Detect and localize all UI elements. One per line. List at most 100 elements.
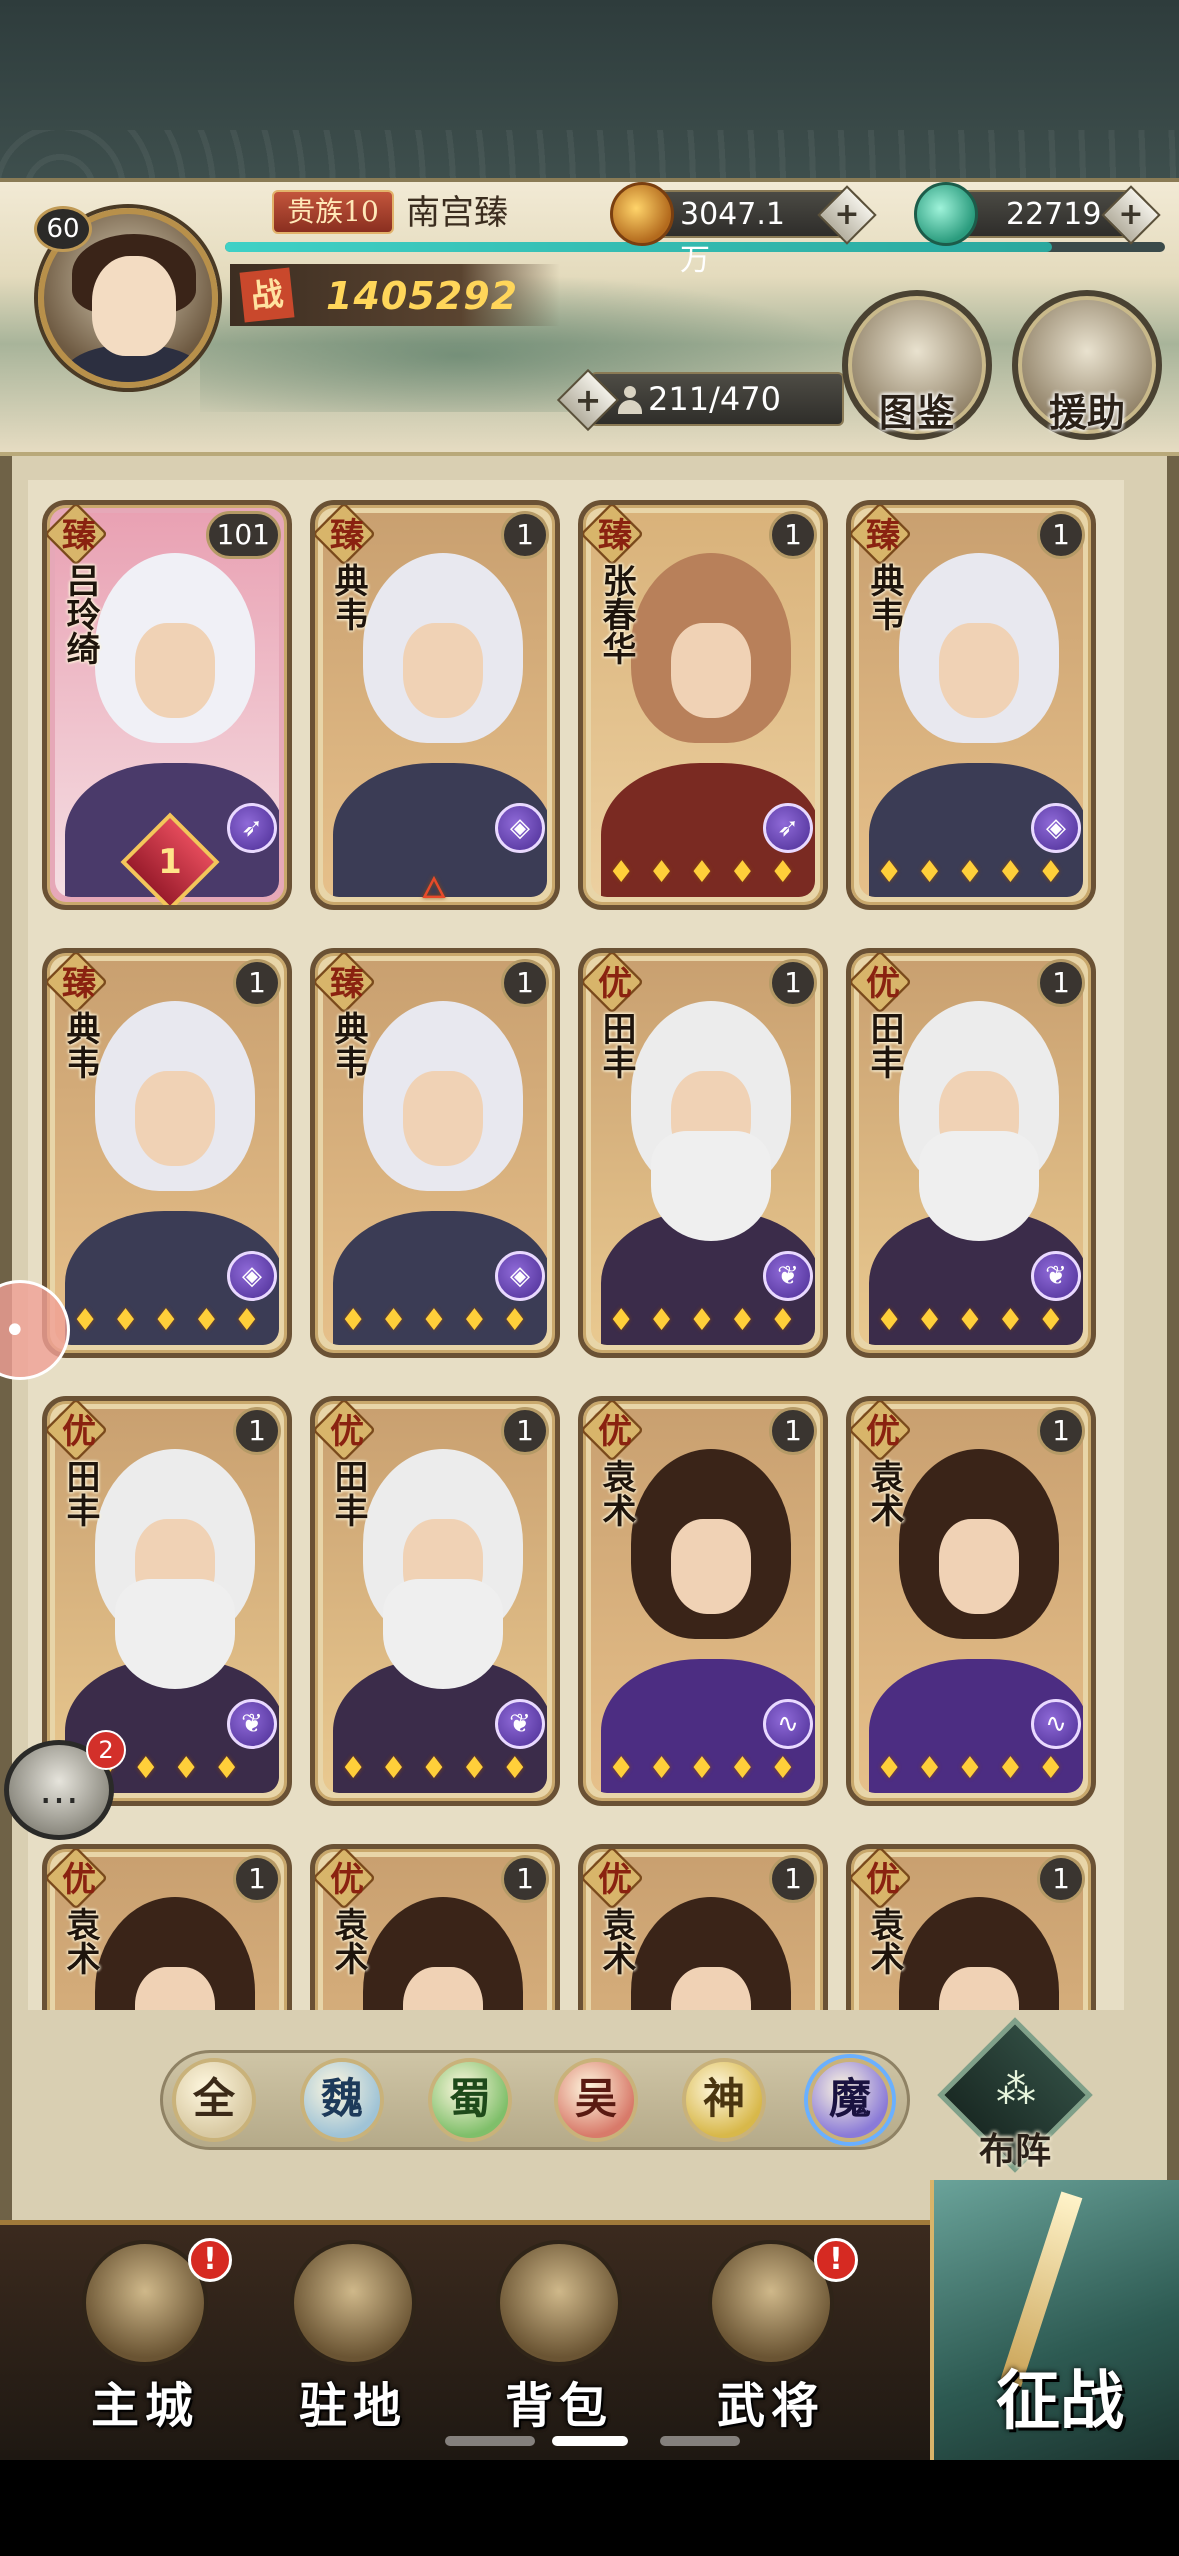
hero-count-badge: 1 xyxy=(233,1407,281,1455)
star-rating: ♦ ♦ ♦ ♦ ♦ xyxy=(875,855,1067,890)
faction-filter-4[interactable]: 神 xyxy=(682,2058,766,2142)
hero-card[interactable]: 臻 1 典韦 ◈ ♦ ♦ ♦ ♦ ♦ xyxy=(846,500,1096,910)
star-rating: ♦ ♦ ♦ ♦ ♦ xyxy=(339,1751,531,1786)
rarity-label: 优 xyxy=(598,964,632,1004)
hero-count-badge: 1 xyxy=(769,1407,817,1455)
hero-roster-capacity: + 211/470 xyxy=(556,368,844,432)
noble-rank-badge[interactable]: 贵族10 xyxy=(272,190,394,234)
rarity-label: 臻 xyxy=(330,516,364,556)
faction-filter-2[interactable]: 蜀 xyxy=(428,2058,512,2142)
hero-name: 田丰 xyxy=(60,1459,100,1527)
statue-icon xyxy=(290,2240,416,2366)
support-label: 援助 xyxy=(1048,390,1125,435)
combat-power-value: 1405292 xyxy=(326,274,519,318)
hero-card[interactable]: 优 1 田丰 ❦ ♦ ♦ ♦ ♦ ♦ xyxy=(578,948,828,1358)
gold-resource: 3047.1万 + xyxy=(610,182,877,278)
hero-card[interactable]: 优 1 袁术 xyxy=(578,1844,828,2010)
hero-card[interactable]: 优 1 田丰 ❦ ♦ ♦ ♦ ♦ ♦ xyxy=(310,1396,560,1806)
hero-count-badge: 1 xyxy=(769,1855,817,1903)
hero-card[interactable]: 臻 1 张春华 ➶ ♦ ♦ ♦ ♦ ♦ xyxy=(578,500,828,910)
home-indicator-area xyxy=(0,2460,1179,2556)
nav-label: 武将 xyxy=(716,2378,825,2434)
leaf-icon: ❦ xyxy=(763,1251,813,1301)
shield-icon: ◈ xyxy=(495,803,545,853)
leaf-icon: ❦ xyxy=(227,1699,277,1749)
nav-item-2[interactable]: 背包 xyxy=(474,2240,644,2440)
combat-power: 战 1405292 xyxy=(230,264,560,326)
rarity-label: 优 xyxy=(62,1412,96,1452)
hero-count-badge: 101 xyxy=(205,511,281,559)
hero-count-badge: 1 xyxy=(1037,959,1085,1007)
campaign-label: 征战 xyxy=(996,2364,1124,2439)
faction-filter-bar xyxy=(160,2050,910,2150)
hero-card[interactable]: 优 1 田丰 ❦ ♦ ♦ ♦ ♦ ♦ xyxy=(846,948,1096,1358)
formation-icon: ⁂ xyxy=(996,2067,1036,2113)
faction-filter-5[interactable]: 魔 xyxy=(808,2058,892,2142)
faction-filter-3[interactable]: 吴 xyxy=(554,2058,638,2142)
rarity-label: 臻 xyxy=(598,516,632,556)
hero-count-badge: 1 xyxy=(1037,1855,1085,1903)
hero-card-grid[interactable]: 臻 101 吕玲绮 ➶ 1 臻 1 典韦 ◈ 🜂 臻 1 张春华 ➶ ♦ ♦ ♦ ♦ ♦ 臻 1 典韦 ◈ ♦ … xyxy=(28,480,1124,2010)
hero-count-badge: 1 xyxy=(1037,511,1085,559)
rarity-label: 臻 xyxy=(62,516,96,556)
combat-power-icon: 战 xyxy=(239,267,295,323)
shield-icon: ◈ xyxy=(1031,803,1081,853)
rarity-label: 优 xyxy=(866,1860,900,1900)
hero-name: 田丰 xyxy=(328,1459,368,1527)
bow-icon: ➶ xyxy=(763,803,813,853)
chest-icon xyxy=(496,2240,622,2366)
hero-count-badge: 1 xyxy=(501,959,549,1007)
hero-name: 袁术 xyxy=(328,1907,368,1975)
hero-card[interactable]: 臻 1 典韦 ◈ 🜂 xyxy=(310,500,560,910)
gold-value: 3047.1万 xyxy=(680,197,785,278)
faction-filter-1[interactable]: 魏 xyxy=(300,2058,384,2142)
hero-count-badge: 1 xyxy=(233,959,281,1007)
star-rating: ♦ ♦ ♦ ♦ ♦ xyxy=(607,855,799,890)
hero-name: 袁术 xyxy=(864,1459,904,1527)
leaf-icon: ❦ xyxy=(495,1699,545,1749)
person-icon xyxy=(618,386,642,414)
alert-badge: ! xyxy=(814,2238,858,2282)
shield-icon: ◈ xyxy=(227,1251,277,1301)
star-rating: ♦ ♦ ♦ ♦ ♦ xyxy=(607,1303,799,1338)
rarity-label: 优 xyxy=(866,964,900,1004)
hero-card[interactable]: 臻 1 典韦 ◈ ♦ ♦ ♦ ♦ ♦ xyxy=(310,948,560,1358)
avatar-face xyxy=(92,256,176,356)
hero-card[interactable]: 臻 101 吕玲绮 ➶ 1 xyxy=(42,500,292,910)
star-rating: ♦ ♦ ♦ ♦ ♦ xyxy=(71,1303,263,1338)
hero-card[interactable]: 优 1 袁术 xyxy=(310,1844,560,2010)
star-rating: 🜂 xyxy=(420,871,450,906)
player-level-badge: 60 xyxy=(34,206,92,252)
hero-card[interactable]: 臻 1 典韦 ◈ ♦ ♦ ♦ ♦ ♦ xyxy=(42,948,292,1358)
jade-icon xyxy=(914,182,978,246)
bow-icon: ➶ xyxy=(227,803,277,853)
rarity-label: 优 xyxy=(598,1412,632,1452)
jade-resource: 22719 + xyxy=(914,182,1161,246)
hero-card[interactable]: 优 1 袁术 ∿ ♦ ♦ ♦ ♦ ♦ xyxy=(578,1396,828,1806)
nav-label: 背包 xyxy=(504,2378,613,2434)
chat-unread-badge: 2 xyxy=(86,1730,126,1770)
rarity-label: 优 xyxy=(866,1412,900,1452)
hero-card[interactable]: 优 1 袁术 ∿ ♦ ♦ ♦ ♦ ♦ xyxy=(846,1396,1096,1806)
hero-card[interactable]: 优 1 袁术 xyxy=(846,1844,1096,2010)
nav-item-1[interactable]: 驻地 xyxy=(268,2240,438,2440)
rarity-label: 优 xyxy=(598,1860,632,1900)
page-indicator-active xyxy=(552,2436,628,2446)
player-name: 南宫臻 xyxy=(406,193,508,233)
shield-icon: ◈ xyxy=(495,1251,545,1301)
faction-filter-0[interactable]: 全 xyxy=(172,2058,256,2142)
rarity-label: 臻 xyxy=(330,964,364,1004)
hero-name: 田丰 xyxy=(596,1011,636,1079)
rarity-label: 优 xyxy=(330,1860,364,1900)
nav-label: 主城 xyxy=(90,2378,199,2434)
roster-count: 211/470 xyxy=(648,380,781,418)
gold-coin-icon xyxy=(610,182,674,246)
hero-name: 袁术 xyxy=(596,1907,636,1975)
hero-name: 典韦 xyxy=(60,1011,100,1079)
hero-name: 典韦 xyxy=(328,1011,368,1079)
hero-count-badge: 1 xyxy=(769,959,817,1007)
hero-card[interactable]: 优 1 袁术 xyxy=(42,1844,292,2010)
leaf-icon: ❦ xyxy=(1031,1251,1081,1301)
hero-count-badge: 1 xyxy=(1037,1407,1085,1455)
rarity-label: 优 xyxy=(62,1860,96,1900)
